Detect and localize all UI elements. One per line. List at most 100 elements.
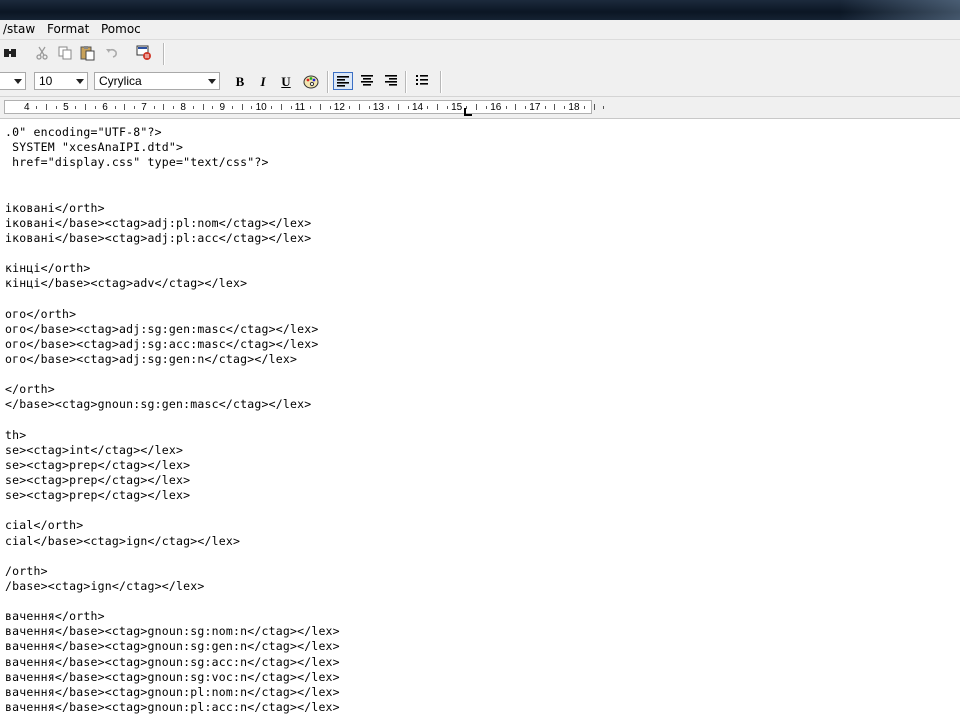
document-line: SYSTEM "xcesAnaIPI.dtd"> bbox=[5, 140, 184, 155]
ruler-tick bbox=[544, 106, 546, 109]
document-line: вачення</base><ctag>gnoun:sg:nom:n</ctag… bbox=[5, 624, 340, 639]
document-line: ого</base><ctag>adj:sg:gen:n</ctag></lex… bbox=[5, 351, 298, 366]
find-icon[interactable] bbox=[2, 46, 18, 62]
ruler-tick bbox=[593, 104, 595, 110]
font-size-value: 10 bbox=[39, 74, 53, 88]
menu-item-pomoc[interactable]: Pomoc bbox=[101, 22, 141, 36]
document-line: вачення</base><ctag>gnoun:pl:nom:n</ctag… bbox=[5, 684, 340, 699]
ruler-tick bbox=[310, 106, 311, 109]
undo-icon[interactable] bbox=[104, 46, 120, 62]
ruler-tick bbox=[554, 104, 556, 110]
script-combo[interactable]: Cyrylica bbox=[94, 72, 220, 90]
ruler-label: 14 bbox=[412, 102, 424, 113]
document-line: вачення</orth> bbox=[5, 609, 105, 624]
ruler-label: 8 bbox=[180, 102, 186, 113]
ruler-tick bbox=[75, 106, 77, 109]
copy-icon[interactable] bbox=[57, 46, 73, 62]
ruler-label: 9 bbox=[219, 102, 226, 113]
insert-object-icon[interactable] bbox=[136, 45, 152, 61]
document-line: кінці</orth> bbox=[5, 261, 91, 276]
chevron-down-icon bbox=[208, 79, 216, 84]
cut-icon[interactable] bbox=[34, 46, 50, 62]
ruler-label: 7 bbox=[141, 102, 147, 113]
ruler-label: 4 bbox=[24, 102, 30, 113]
ruler-tick bbox=[290, 106, 292, 109]
ruler-tick bbox=[476, 104, 478, 110]
ruler-tick bbox=[202, 104, 204, 110]
document-line: ікованi</base><ctag>adj:pl:nom</ctag></l… bbox=[5, 215, 312, 230]
tab-stop-marker[interactable] bbox=[464, 108, 472, 116]
ruler-tick bbox=[95, 106, 96, 109]
ruler-label: 5 bbox=[63, 102, 69, 113]
font-style-combo[interactable] bbox=[0, 72, 26, 90]
window-title-bar[interactable] bbox=[0, 0, 960, 20]
ruler-tick bbox=[349, 106, 351, 109]
italic-button[interactable]: I bbox=[254, 73, 272, 90]
document-line: кінці</base><ctag>adv</ctag></lex> bbox=[5, 276, 248, 291]
ruler-tick bbox=[173, 106, 175, 109]
ruler-label: 17 bbox=[529, 102, 541, 113]
document-line: /orth> bbox=[5, 563, 48, 578]
chevron-down-icon bbox=[76, 79, 84, 84]
bullet-list-icon[interactable] bbox=[414, 74, 430, 90]
document-line: cial</orth> bbox=[5, 518, 84, 533]
toolbar-separator bbox=[440, 71, 442, 93]
align-center-icon[interactable] bbox=[359, 74, 375, 90]
document-line: /base><ctag>ign</ctag></lex> bbox=[5, 578, 205, 593]
menu-bar: /staw Format Pomoc bbox=[0, 20, 960, 40]
document-line: вачення</base><ctag>gnoun:sg:voc:n</ctag… bbox=[5, 669, 340, 684]
ruler-tick bbox=[319, 104, 321, 110]
ruler-label: 16 bbox=[490, 102, 502, 113]
document-line: вачення</base><ctag>gnoun:sg:gen:n</ctag… bbox=[5, 639, 340, 654]
ruler-tick bbox=[368, 106, 370, 109]
toolbar-separator bbox=[163, 43, 165, 65]
ruler-tick bbox=[505, 106, 507, 109]
align-left-icon[interactable] bbox=[333, 72, 353, 90]
align-right-icon[interactable] bbox=[383, 74, 399, 90]
bold-button[interactable]: B bbox=[231, 73, 249, 90]
ruler-tick bbox=[85, 104, 87, 110]
ruler-tick bbox=[241, 104, 243, 110]
color-palette-icon[interactable] bbox=[303, 73, 319, 89]
ruler[interactable]: 4 5 6 7 8 9 10 11 12 13 14 15 16 17 18 bbox=[0, 97, 960, 119]
ruler-tick bbox=[163, 104, 165, 110]
ruler-scale: 4 5 6 7 8 9 10 11 12 13 14 15 16 17 18 bbox=[4, 100, 605, 114]
chevron-down-icon bbox=[14, 79, 22, 84]
font-size-combo[interactable]: 10 bbox=[34, 72, 88, 90]
ruler-tick bbox=[134, 106, 136, 109]
document-line: se><ctag>prep</ctag></lex> bbox=[5, 457, 191, 472]
ruler-tick bbox=[270, 106, 272, 109]
menu-item-format[interactable]: Format bbox=[47, 22, 89, 36]
ruler-tick bbox=[437, 104, 439, 110]
document-line: th> bbox=[5, 427, 27, 442]
document-line: ого</base><ctag>adj:sg:gen:masc</ctag></… bbox=[5, 321, 319, 336]
underline-button[interactable]: U bbox=[277, 73, 295, 90]
ruler-tick bbox=[46, 104, 48, 110]
ruler-label: 13 bbox=[372, 102, 385, 113]
document-line: ікованi</orth> bbox=[5, 200, 105, 215]
standard-toolbar bbox=[0, 40, 960, 68]
menu-item-wstaw[interactable]: /staw bbox=[3, 22, 35, 36]
document-area[interactable]: .0" encoding="UTF-8"?> SYSTEM "xcesAnaIP… bbox=[0, 119, 960, 717]
ruler-label: 11 bbox=[294, 102, 306, 113]
ruler-tick bbox=[603, 106, 605, 109]
ruler-tick bbox=[564, 106, 566, 109]
document-line: se><ctag>int</ctag></lex> bbox=[5, 442, 184, 457]
ruler-tick bbox=[231, 106, 233, 109]
ruler-tick bbox=[114, 106, 116, 109]
script-value: Cyrylica bbox=[99, 74, 142, 88]
document-line: вачення</base><ctag>gnoun:pl:acc:n</ctag… bbox=[5, 699, 340, 714]
ruler-label: 12 bbox=[333, 102, 345, 113]
ruler-tick bbox=[358, 104, 360, 110]
document-line: вачення</base><ctag>gnoun:sg:acc:n</ctag… bbox=[5, 654, 340, 669]
ruler-tick bbox=[398, 104, 399, 110]
ruler-tick bbox=[280, 104, 282, 110]
ruler-tick bbox=[153, 106, 155, 109]
ruler-tick bbox=[124, 104, 126, 110]
ruler-tick bbox=[388, 106, 390, 109]
paste-icon[interactable] bbox=[80, 45, 96, 61]
document-line: href="display.css" type="text/css"?> bbox=[5, 155, 269, 170]
ruler-label: 15 bbox=[451, 102, 463, 113]
ruler-tick bbox=[486, 106, 487, 109]
ruler-label: 18 bbox=[568, 102, 580, 113]
